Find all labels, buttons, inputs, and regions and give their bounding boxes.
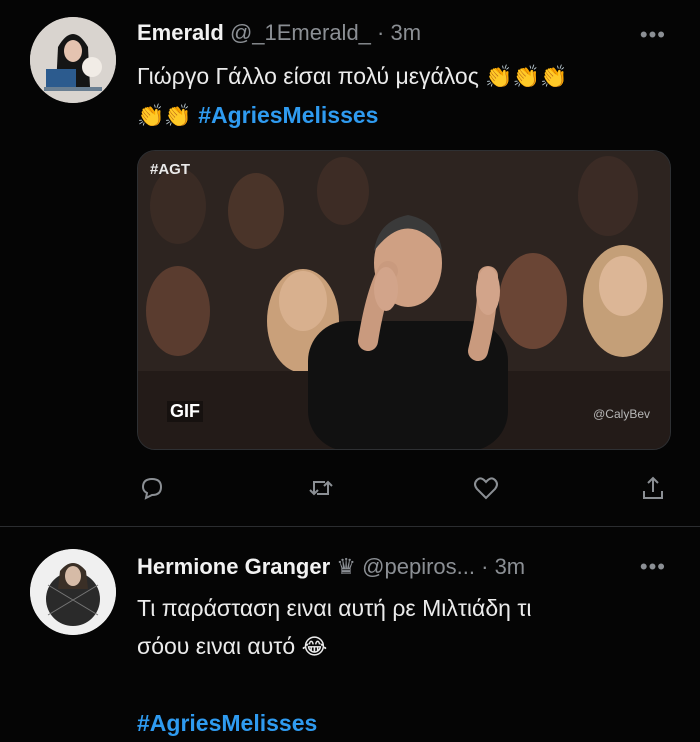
separator-dot: · xyxy=(377,20,385,45)
gif-media[interactable]: #AGT GIF @CalyBev xyxy=(137,150,671,450)
tweet-emerald[interactable]: Emerald @_1Emerald_ · 3m ••• Γιώργο Γάλλ… xyxy=(0,0,700,526)
tweet-body-line1: Τι παράσταση ειναι αυτή ρε Μιλτιάδη τι xyxy=(137,595,532,621)
gif-frame-illustration xyxy=(138,151,670,449)
separator-dot: · xyxy=(481,554,489,579)
display-name[interactable]: Hermione Granger xyxy=(137,554,330,579)
tweet-actions xyxy=(0,468,700,508)
share-icon[interactable] xyxy=(633,468,673,508)
tweet-header: Emerald @_1Emerald_ · 3m xyxy=(137,18,421,48)
avatar-hermione[interactable] xyxy=(30,549,116,635)
tweet-body-line2: σόου ειναι αυτό xyxy=(137,633,296,659)
gif-badge: GIF xyxy=(167,401,203,422)
tweet-text: Γιώργο Γάλλο είσαι πολύ μεγάλος 👏👏👏 👏👏 #… xyxy=(137,57,657,135)
display-name[interactable]: Emerald xyxy=(137,20,224,45)
crown-icon: ♛ xyxy=(336,554,357,579)
like-icon[interactable] xyxy=(466,468,506,508)
clapping-hands-emoji: 👏👏👏 xyxy=(485,64,568,89)
hashtag-link[interactable]: #AgriesMelisses xyxy=(198,102,378,128)
reply-icon[interactable] xyxy=(132,468,172,508)
tweet-text: Τι παράσταση ειναι αυτή ρε Μιλτιάδη τι σ… xyxy=(137,589,657,742)
tweet-header: Hermione Granger ♛ @pepiros... · 3m xyxy=(137,552,525,582)
more-options-icon[interactable]: ••• xyxy=(640,556,666,578)
hashtag-link[interactable]: #AgriesMelisses xyxy=(137,710,317,736)
timestamp[interactable]: 3m xyxy=(495,554,526,579)
user-handle[interactable]: @pepiros... xyxy=(362,554,475,579)
more-options-icon[interactable]: ••• xyxy=(640,24,666,46)
clapping-hands-emoji: 👏👏 xyxy=(137,103,192,128)
retweet-icon[interactable] xyxy=(301,468,341,508)
avatar-emerald[interactable] xyxy=(30,17,116,103)
gif-watermark: @CalyBev xyxy=(593,407,650,421)
tweet-hermione[interactable]: Hermione Granger ♛ @pepiros... · 3m ••• … xyxy=(0,527,700,741)
tweet-body: Γιώργο Γάλλο είσαι πολύ μεγάλος xyxy=(137,63,479,89)
laughing-tears-emoji: 😂 xyxy=(301,634,328,659)
user-handle[interactable]: @_1Emerald_ xyxy=(230,20,371,45)
agt-badge: #AGT xyxy=(150,161,191,178)
timestamp[interactable]: 3m xyxy=(391,20,422,45)
